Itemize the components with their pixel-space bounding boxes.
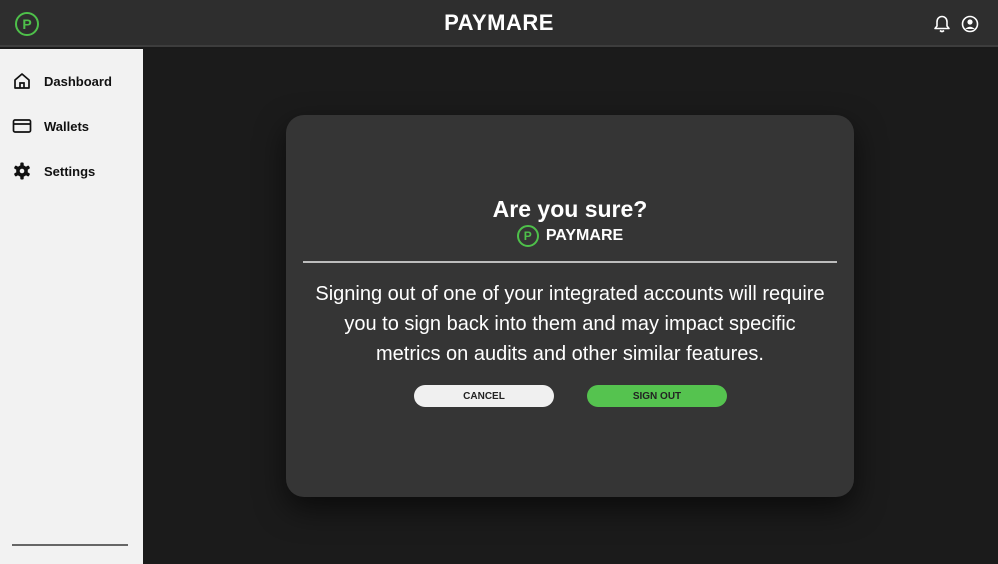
sidebar-item-label: Wallets (44, 118, 90, 134)
cancel-button[interactable]: CANCEL (414, 385, 554, 407)
top-icons (932, 14, 980, 34)
sign-out-dialog: Are you sure? P PAYMARE Signing out of o… (286, 115, 854, 497)
brand-letter: P (523, 229, 532, 243)
sidebar-item-label: Settings (44, 163, 96, 179)
card-icon (12, 116, 32, 136)
top-bar: P PAYMARE (0, 0, 998, 47)
dialog-title: Are you sure? (492, 196, 648, 222)
sidebar-item-wallets[interactable]: Wallets (12, 116, 89, 136)
sign-out-button[interactable]: SIGN OUT (587, 385, 727, 407)
sidebar-item-settings[interactable]: Settings (12, 161, 95, 181)
user-icon[interactable] (960, 14, 980, 34)
brand-logo: P (516, 225, 539, 247)
dialog-brand: P PAYMARE (286, 225, 854, 247)
sidebar-divider (12, 544, 128, 546)
brand-name: PAYMARE (545, 227, 624, 244)
bell-icon[interactable] (932, 14, 952, 34)
gear-icon (12, 161, 32, 181)
dialog-divider (303, 261, 837, 263)
app-title: PAYMARE (444, 10, 554, 35)
sidebar-item-dashboard[interactable]: Dashboard (12, 71, 112, 91)
sidebar: Dashboard Wallets Settings (0, 49, 143, 564)
dialog-message: Signing out of one of your integrated ac… (315, 283, 825, 365)
sidebar-item-label: Dashboard (44, 73, 112, 89)
home-icon (12, 71, 32, 91)
